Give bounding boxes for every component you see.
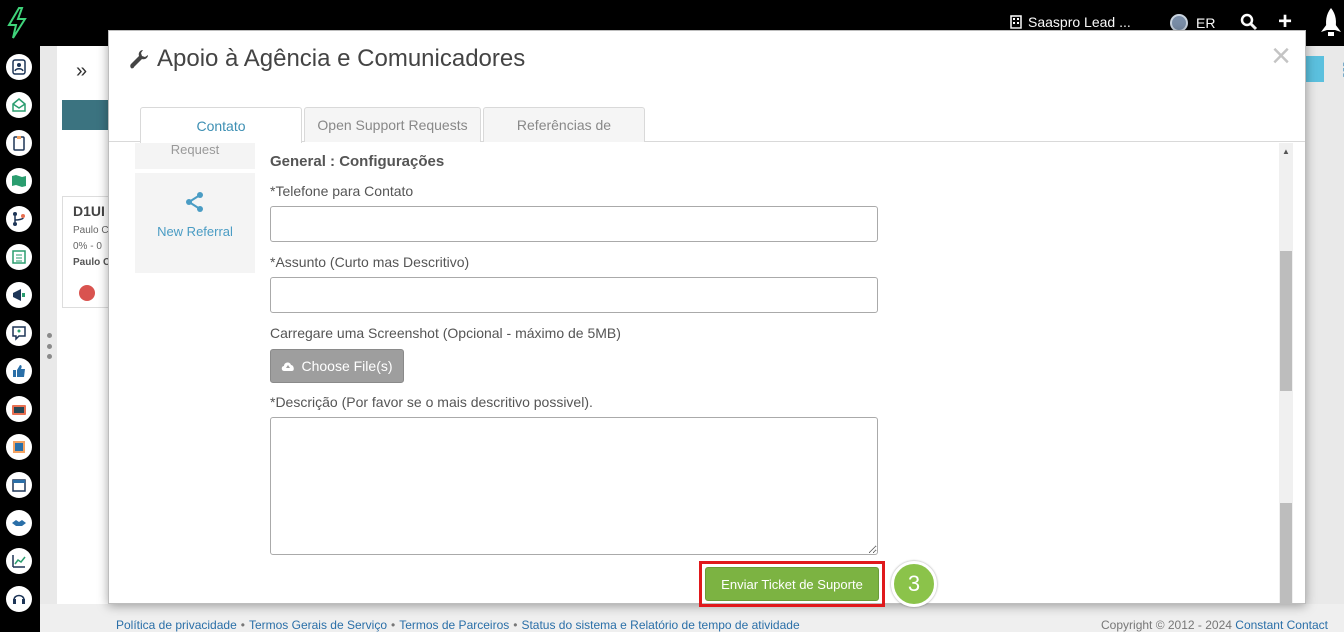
background-panel — [57, 46, 109, 606]
tab-contato[interactable]: Contato — [140, 107, 302, 143]
tab-referencias[interactable]: Referências de — [483, 107, 645, 142]
new-referral-label: New Referral — [157, 224, 233, 239]
clipboard-icon[interactable] — [6, 130, 32, 156]
step-badge: 3 — [891, 561, 937, 607]
subject-label: *Assunto (Curto mas Descritivo) — [270, 254, 470, 270]
card-progress: 0% - 0 — [73, 241, 102, 252]
choose-file-label: Choose File(s) — [301, 358, 393, 374]
modal-title: Apoio à Agência e Comunicadores — [129, 45, 525, 73]
pipeline-stage-arrow — [62, 100, 112, 130]
support-modal: Apoio à Agência e Comunicadores × Contat… — [108, 30, 1306, 607]
modal-side-nav: Request New Referral — [135, 143, 255, 273]
gallery-icon[interactable] — [6, 434, 32, 460]
side-nav-new-referral[interactable]: New Referral — [135, 173, 255, 273]
footer: Política de privacidade • Termos Gerais de… — [40, 604, 1344, 632]
scrollbar-thumb[interactable] — [1280, 251, 1292, 391]
description-label: *Descrição (Por favor se o mais descriti… — [270, 394, 593, 410]
choose-file-button[interactable]: Choose File(s) — [270, 349, 404, 383]
handshake-icon[interactable] — [6, 510, 32, 536]
modal-title-text: Apoio à Agência e Comunicadores — [157, 45, 526, 72]
sidebar-resize-handle[interactable] — [46, 333, 52, 359]
search-icon[interactable] — [1240, 13, 1258, 31]
lightning-logo-icon[interactable] — [4, 6, 30, 40]
submit-ticket-button[interactable]: Enviar Ticket de Suporte — [705, 567, 879, 601]
cloud-upload-icon — [282, 362, 295, 371]
modal-tabs: Contato Open Support Requests Referência… — [109, 107, 1305, 143]
submit-highlight: Enviar Ticket de Suporte — [699, 561, 885, 607]
contacts-icon[interactable] — [6, 54, 32, 80]
left-sidebar — [0, 46, 40, 632]
status-link[interactable]: Status do sistema e Relatório de tempo d… — [521, 618, 799, 632]
opportunity-card[interactable]: D1UI Paulo C 0% - 0 Paulo C — [62, 196, 112, 308]
card-contact: Paulo C — [73, 257, 111, 268]
copyright: Copyright © 2012 - 2024 Constant Contact — [1101, 618, 1328, 632]
org-name: Saaspro Lead ... — [1028, 14, 1131, 30]
thumbs-up-icon[interactable] — [6, 358, 32, 384]
phone-label: *Telefone para Contato — [270, 183, 414, 199]
scroll-up-icon[interactable]: ▲ — [1279, 147, 1293, 156]
tv-icon[interactable] — [6, 396, 32, 422]
screenshot-label: Carregare uma Screenshot (Opcional - máx… — [270, 325, 621, 341]
list-icon[interactable] — [6, 244, 32, 270]
phone-input[interactable] — [270, 206, 878, 242]
email-icon[interactable] — [6, 92, 32, 118]
share-icon — [186, 192, 203, 212]
tab-open-support-requests[interactable]: Open Support Requests — [304, 107, 481, 142]
calendar-icon[interactable] — [6, 472, 32, 498]
card-owner: Paulo C — [73, 225, 109, 236]
map-icon[interactable] — [6, 168, 32, 194]
pin-icon[interactable] — [79, 285, 95, 301]
terms-link[interactable]: Termos Gerais de Serviço — [249, 618, 387, 632]
copyright-text: Copyright © 2012 - 2024 — [1101, 618, 1232, 632]
more-options-icon[interactable]: ⋮ — [1336, 60, 1344, 81]
branch-icon[interactable] — [6, 206, 32, 232]
card-title: D1UI — [73, 203, 105, 219]
subject-input[interactable] — [270, 277, 878, 313]
chat-icon[interactable] — [6, 320, 32, 346]
privacy-link[interactable]: Política de privacidade — [116, 618, 237, 632]
close-icon[interactable]: × — [1271, 39, 1291, 73]
org-switcher[interactable]: Saaspro Lead ... — [1010, 14, 1131, 30]
rocket-icon[interactable] — [1318, 6, 1344, 40]
building-icon — [1010, 15, 1022, 29]
wrench-icon — [130, 50, 148, 69]
side-nav-request[interactable]: Request — [135, 143, 255, 169]
footer-links: Política de privacidade • Termos Gerais de… — [116, 618, 800, 632]
constant-contact-link[interactable]: Constant Contact — [1235, 618, 1328, 632]
user-initials: ER — [1196, 15, 1216, 31]
partner-terms-link[interactable]: Termos de Parceiros — [399, 618, 509, 632]
description-textarea[interactable] — [270, 417, 878, 555]
modal-scrollbar[interactable]: ▲ — [1279, 143, 1293, 603]
expand-chevron-icon[interactable]: » — [76, 60, 87, 83]
analytics-icon[interactable] — [6, 548, 32, 574]
section-title: General : Configurações — [270, 153, 445, 170]
megaphone-icon[interactable] — [6, 282, 32, 308]
headset-icon[interactable] — [6, 586, 32, 612]
background-action-button[interactable] — [1306, 56, 1324, 82]
scrollbar-thumb-lower[interactable] — [1280, 503, 1292, 603]
